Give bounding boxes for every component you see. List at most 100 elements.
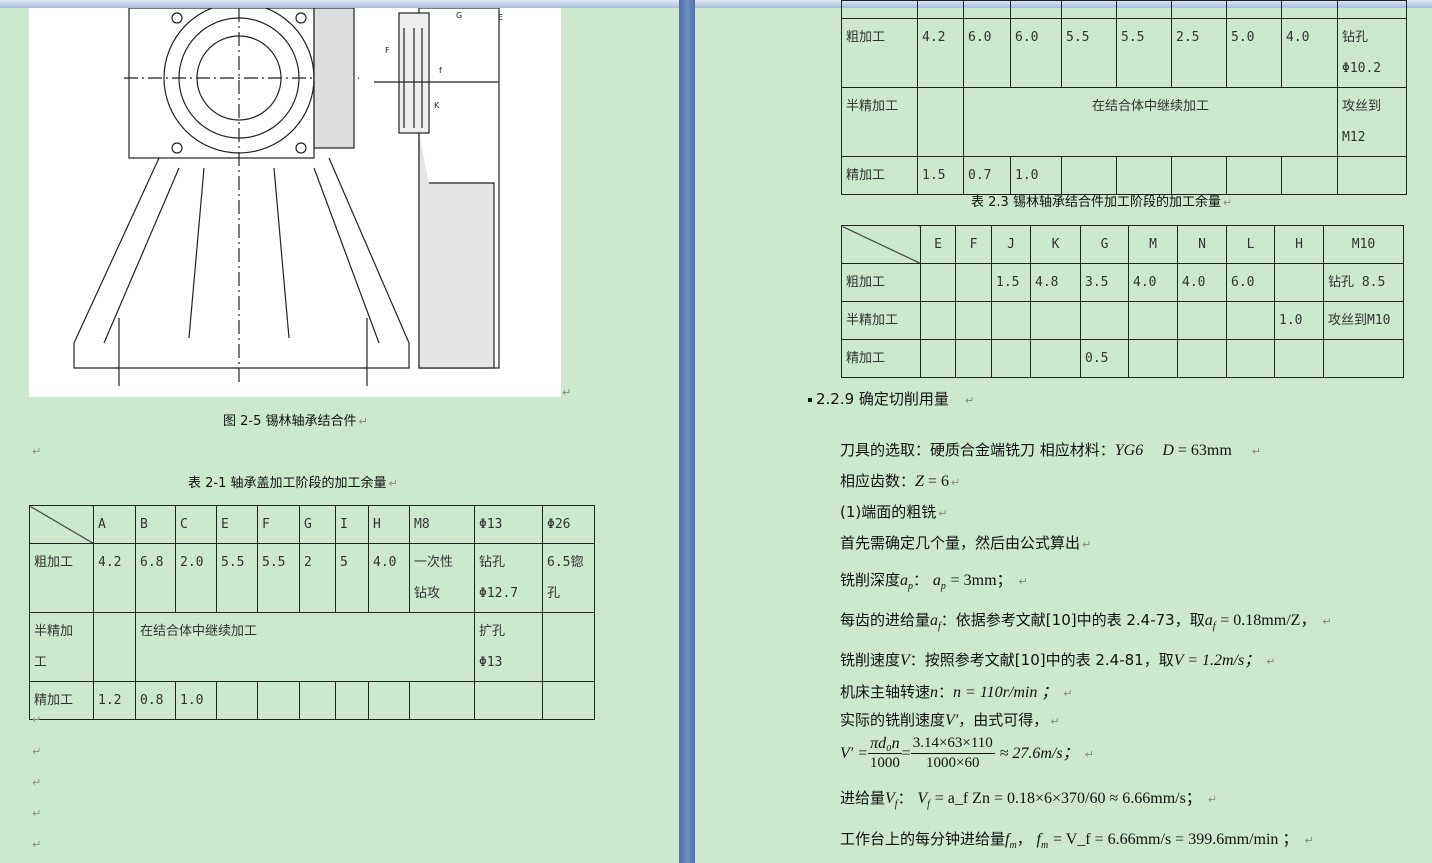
paragraph-mark: ↵ — [32, 713, 42, 726]
table-cell: 0.8 — [135, 681, 176, 720]
column-header: B — [135, 505, 176, 544]
table-cell — [920, 301, 956, 340]
p6-text: 每齿的进给量 — [840, 611, 931, 629]
p9-rest: ，由式可得， — [958, 711, 1049, 729]
para-cutting-speed: 铣削速度V：按照参考文献[10]中的表 2.4-81，取V = 1.2m/s； ↵ — [840, 651, 1276, 669]
row-header: 半精加工 — [841, 301, 921, 340]
table-row: 半精加工 在结合体中继续加工 攻丝到 M12 — [841, 87, 1407, 157]
table-cell — [917, 87, 964, 157]
column-header: F — [955, 225, 992, 264]
table-cell: 4.8 — [1030, 263, 1081, 302]
p3-text: (1)端面的粗铣 — [840, 503, 937, 521]
table-cell: 一次性 钻攻 — [409, 543, 475, 613]
table-cell — [1116, 156, 1172, 195]
table-cell: 4.2 — [917, 18, 964, 88]
p5-formula: = 3mm； — [950, 572, 1013, 589]
table-cell: 2 — [299, 543, 336, 613]
table-cell — [1030, 339, 1081, 378]
paragraph-mark: ↵ — [32, 776, 42, 789]
p11-sep: ： — [897, 789, 913, 807]
table-machining-allowance-continued: 粗加工 4.2 6.0 6.0 5.5 5.5 2.5 5.0 4.0 钻孔 Φ10.2 半精加工在… — [841, 0, 1407, 195]
row-header: 半精加工 — [841, 87, 918, 157]
table-cell: 4.0 — [1128, 263, 1178, 302]
table-cell — [368, 681, 410, 720]
frac2-den: 1000×60 — [926, 755, 980, 771]
table-cell — [1177, 339, 1227, 378]
drawing-label-g: G — [456, 11, 462, 20]
table-cell — [917, 0, 964, 19]
table-cell — [335, 681, 369, 720]
column-header: H — [1274, 225, 1324, 264]
table-cell — [991, 301, 1031, 340]
table-cell — [542, 681, 595, 720]
f-rhs: ≈ 27.6m/s； — [999, 745, 1079, 762]
fraction-1: πd₀n 1000 — [868, 734, 902, 773]
table-cell: 5.5 — [216, 543, 258, 613]
f-lhs: V′ = — [840, 745, 869, 762]
table-cell: 5.5 — [1061, 18, 1117, 88]
para-feed-rate: 进给量Vf： Vf = a_f Zn = 0.18×6×370/60 ≈ 6.6… — [840, 789, 1218, 810]
table-cell — [1226, 0, 1282, 19]
table1-caption-text: 表 2-1 轴承盖加工阶段的加工余量 — [188, 476, 387, 491]
table-cell — [1010, 0, 1062, 19]
table-cell: 攻丝到M10 — [1323, 301, 1404, 340]
table-cell: 2.5 — [1171, 18, 1227, 88]
para-teeth: 相应齿数：Z = 6 ↵ — [840, 472, 961, 490]
table-row: 精加工 1.2 0.8 1.0 — [29, 681, 595, 720]
para-intro: 首先需确定几个量，然后由公式算出 ↵ — [840, 534, 1092, 552]
table-cell — [542, 612, 595, 682]
table-cell: 3.5 — [1080, 263, 1129, 302]
table3-caption: 表 2.3 锡林轴承结合件加工阶段的加工余量 ↵ — [971, 195, 1233, 210]
paragraph-mark: ↵ — [32, 745, 42, 758]
table-row: 半精加工 1.0 攻丝到M10 — [841, 301, 1404, 340]
section-heading: 2.2.9 确定切削用量 ↵ — [808, 388, 974, 409]
table-cell: 钻孔 Φ10.2 — [1337, 18, 1407, 88]
table-cell — [1323, 339, 1404, 378]
table-cell — [1274, 339, 1324, 378]
table-cell: 攻丝到 M12 — [1337, 87, 1407, 157]
table-cell — [1128, 339, 1178, 378]
table-cell: 4.2 — [93, 543, 136, 613]
p8-formula: n = 110r/min ； — [953, 684, 1058, 701]
table-cell — [1061, 156, 1117, 195]
paragraph-mark: ↵ — [32, 807, 42, 820]
row-header: 粗加工 — [29, 543, 94, 613]
p11-formula: = a_f Zn = 0.18×6×370/60 ≈ 6.66mm/s； — [934, 790, 1202, 807]
table-cell — [1337, 156, 1407, 195]
table-cell — [1281, 0, 1338, 19]
table-machining-allowance-assembly: E F J K G M N L H M10 粗加工 1.5 4.8 3.5 4.0 4.0 6.0 钻孔 8.5 半… — [841, 225, 1404, 378]
p11-v: V — [885, 790, 895, 807]
fraction-2: 3.14×63×110 1000×60 — [910, 734, 995, 773]
table-cell — [93, 612, 136, 682]
paragraph-mark: ↵ — [32, 445, 42, 458]
column-header: L — [1226, 225, 1275, 264]
svg-text:f: f — [439, 66, 442, 75]
table-cell: 5.5 — [1116, 18, 1172, 88]
column-header: K — [1030, 225, 1081, 264]
p2-z: Z — [915, 473, 924, 490]
table-cell — [1226, 156, 1282, 195]
table-cell: 1.5 — [917, 156, 964, 195]
table-row — [841, 0, 1407, 19]
table-row: 精加工 0.5 — [841, 339, 1404, 378]
para-tool-selection: 刀具的选取：硬质合金端铣刀 相应材料：YG6 D = 63mm ↵ — [840, 441, 1262, 459]
column-header: F — [257, 505, 300, 544]
table-cell — [257, 681, 300, 720]
svg-text:F: F — [385, 46, 390, 55]
bearing-assembly-drawing: G E F f K — [29, 2, 561, 397]
p8-n: n — [930, 684, 939, 701]
column-header: I — [335, 505, 369, 544]
table-cell: 在结合体中继续加工 — [135, 612, 475, 682]
column-header: N — [1177, 225, 1227, 264]
table-cell: 6.5锪 孔 — [542, 543, 595, 613]
p12-formula: = V_f = 6.66mm/s = 399.6mm/min ； — [1052, 831, 1299, 848]
figure-caption: 图 2-5 锡林轴承结合件 ↵ — [223, 414, 368, 429]
p12-text: 工作台上的每分钟进给量 — [840, 830, 1006, 848]
p11-text: 进给量 — [840, 789, 886, 807]
p7-text: 铣削速度 — [840, 651, 901, 669]
column-header: M10 — [1323, 225, 1404, 264]
table-cell — [216, 681, 258, 720]
table-cell — [1080, 301, 1129, 340]
table-cell — [920, 339, 956, 378]
p2-value: = 6 — [923, 473, 949, 490]
